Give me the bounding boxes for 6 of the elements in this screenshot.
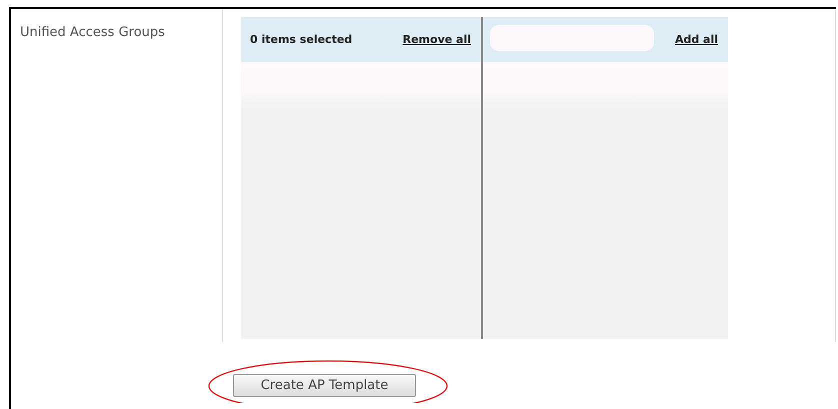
field-label: Unified Access Groups [20,25,165,40]
search-field[interactable] [490,25,654,51]
remove-all-link[interactable]: Remove all [402,33,471,46]
create-template-button[interactable]: Create AP Template [233,374,416,397]
add-all-link[interactable]: Add all [674,33,718,46]
selected-count: 0 items selected [250,33,352,46]
